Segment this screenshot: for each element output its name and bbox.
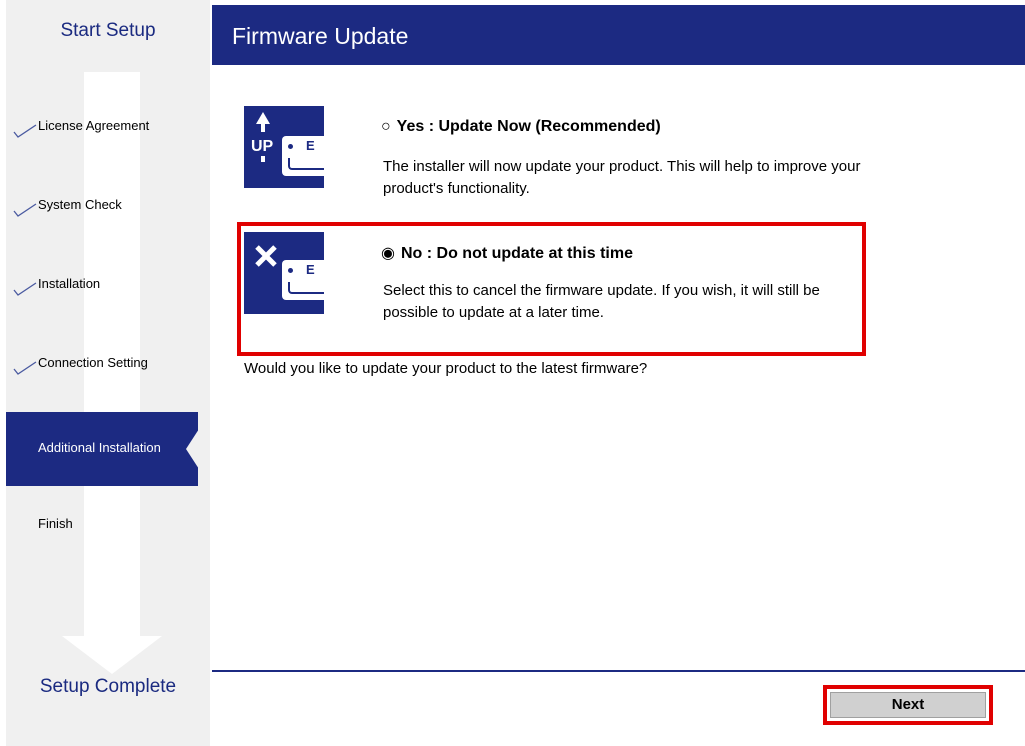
option-yes-description: The installer will now update your produ…	[383, 158, 861, 197]
footer-divider	[212, 670, 1025, 672]
cancel-x-icon: E	[244, 232, 324, 314]
option-no-description: Select this to cancel the firmware updat…	[383, 282, 820, 321]
page-header: Firmware Update	[212, 5, 1025, 65]
firmware-question: Would you like to update your product to…	[244, 360, 648, 377]
step-label: Installation	[38, 276, 101, 291]
printer-shape: E	[282, 136, 324, 176]
checkmark-icon	[13, 361, 37, 375]
option-no-heading: No : Do not update at this time	[400, 245, 633, 262]
option-yes-heading: Yes : Update Now (Recommended)	[396, 118, 661, 135]
checkmark-icon	[13, 124, 37, 138]
svg-text:UP: UP	[251, 138, 274, 155]
checkmark-icon	[13, 282, 37, 296]
step-label: Finish	[38, 516, 73, 531]
setup-sidebar: Start Setup License Agreement System Che…	[6, 0, 210, 746]
active-step-pointer	[186, 412, 210, 486]
up-arrow-symbol: UP	[250, 110, 280, 171]
step-finish: Finish	[6, 510, 210, 540]
step-label: System Check	[38, 197, 122, 212]
step-system-check: System Check	[6, 191, 210, 221]
page-title: Firmware Update	[232, 23, 409, 49]
step-additional-installation: Additional Installation	[6, 412, 198, 486]
sidebar-title: Start Setup	[60, 20, 156, 41]
update-up-icon: UP E	[244, 106, 324, 188]
checkmark-icon	[13, 203, 37, 217]
step-installation: Installation	[6, 270, 210, 300]
radio-selected-icon[interactable]: ◉	[381, 245, 395, 262]
option-yes-radio[interactable]: ○ Yes : Update Now (Recommended)	[381, 118, 661, 136]
printer-shape: E	[282, 260, 324, 300]
step-label: Additional Installation	[38, 440, 161, 455]
progress-arrow-head	[62, 636, 162, 674]
step-license-agreement: License Agreement	[6, 112, 210, 142]
radio-unselected-icon[interactable]: ○	[381, 118, 391, 135]
step-connection-setting: Connection Setting	[6, 349, 210, 379]
step-label: License Agreement	[38, 118, 150, 133]
option-no-radio[interactable]: ◉ No : Do not update at this time	[381, 243, 633, 263]
sidebar-bottom-label: Setup Complete	[39, 676, 177, 697]
step-label: Connection Setting	[38, 355, 148, 370]
next-button[interactable]: Next	[830, 692, 986, 718]
x-symbol	[254, 244, 278, 273]
